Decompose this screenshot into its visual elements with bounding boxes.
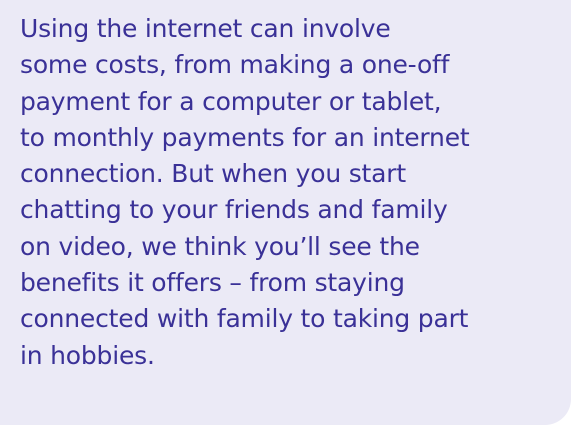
paragraph-line: some costs, from making a one-off [20,50,450,80]
body-paragraph: Using the internet can involve some cost… [20,11,571,374]
paragraph-line: connection. But when you start [20,159,406,189]
paragraph-line: connected with family to taking part [20,304,469,334]
paragraph-line: benefits it offers – from staying [20,268,405,298]
paragraph-line: chatting to your friends and family [20,195,448,225]
paragraph-line: Using the internet can involve [20,14,391,43]
paragraph-line: to monthly payments for an internet [20,122,470,152]
paragraph-line: payment for a computer or tablet, [20,86,442,116]
info-card: Using the internet can involve some cost… [0,0,571,425]
paragraph-line: on video, we think you’ll see the [20,231,420,261]
paragraph-line: in hobbies. [20,340,155,370]
